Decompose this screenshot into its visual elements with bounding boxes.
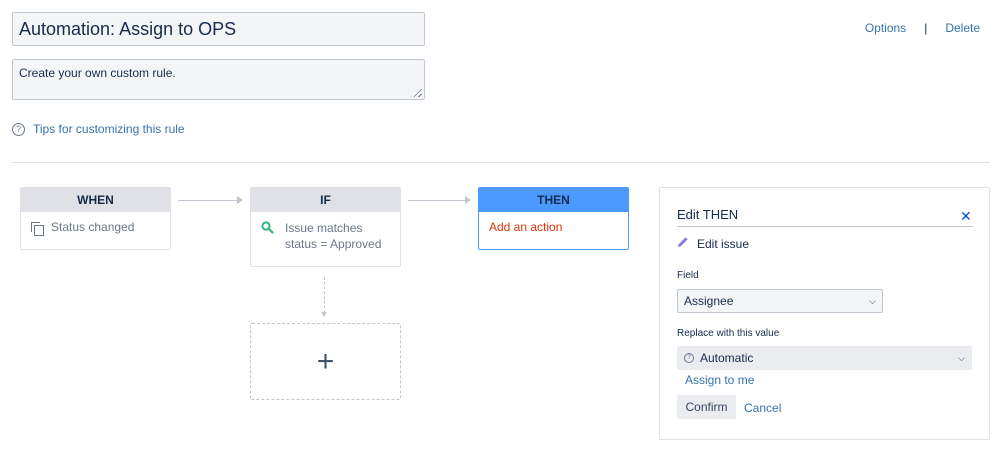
replace-value-content: ? Automatic: [684, 347, 753, 369]
replace-label: Replace with this value: [677, 328, 780, 339]
header-separator: |: [924, 21, 928, 35]
add-action-link[interactable]: Add an action: [489, 220, 562, 234]
when-body: Status changed: [21, 212, 170, 242]
action-type-label: Edit issue: [697, 236, 750, 251]
then-box[interactable]: THEN Add an action: [478, 187, 629, 250]
when-heading: WHEN: [21, 188, 170, 212]
edit-then-panel: Edit THEN ✕ Edit issue Field Assignee ⌵ …: [659, 187, 990, 440]
if-body: Issue matches status = Approved: [251, 212, 400, 260]
panel-title: Edit THEN: [677, 207, 973, 227]
resize-handle[interactable]: [414, 89, 422, 97]
add-component-button[interactable]: +: [250, 323, 401, 400]
pencil-icon: [677, 236, 689, 251]
field-select-value: Assignee: [684, 294, 734, 308]
rule-title-input[interactable]: Automation: Assign to OPS: [12, 12, 425, 46]
if-heading: IF: [251, 188, 400, 212]
search-icon: [261, 221, 275, 252]
flow-arrow-when-if: [178, 196, 243, 204]
flow-connector-down: [321, 277, 327, 317]
when-box[interactable]: WHEN Status changed: [20, 187, 171, 250]
if-condition-line1: Issue matches: [285, 221, 363, 235]
tips-link[interactable]: ? Tips for customizing this rule: [12, 122, 185, 136]
chevron-down-icon: ⌵: [869, 296, 876, 306]
then-body: Add an action: [479, 212, 628, 242]
cancel-link[interactable]: Cancel: [744, 401, 781, 415]
divider: [12, 162, 990, 163]
copy-icon: [31, 222, 44, 236]
if-box[interactable]: IF Issue matches status = Approved: [250, 187, 401, 267]
action-type: Edit issue: [677, 236, 749, 251]
automatic-user-icon: ?: [684, 353, 694, 363]
confirm-button[interactable]: Confirm: [677, 395, 736, 419]
replace-value-text: Automatic: [700, 351, 754, 365]
if-condition-line2: status = Approved: [285, 237, 382, 251]
options-link[interactable]: Options: [865, 21, 906, 35]
rule-description-text: Create your own custom rule.: [19, 66, 176, 80]
rule-description-textarea[interactable]: Create your own custom rule.: [12, 59, 425, 100]
assign-to-me-link[interactable]: Assign to me: [685, 373, 754, 387]
flow-arrow-if-then: [408, 196, 471, 204]
then-heading: THEN: [479, 188, 628, 212]
if-condition: Issue matches status = Approved: [285, 220, 381, 252]
close-icon[interactable]: ✕: [960, 208, 972, 225]
chevron-down-icon: ⌵: [958, 353, 965, 363]
replace-value-select[interactable]: ? Automatic ⌵: [677, 346, 972, 370]
help-icon: ?: [12, 122, 25, 136]
header-actions: Options | Delete: [865, 21, 980, 35]
plus-icon: +: [316, 344, 335, 378]
field-label: Field: [677, 270, 699, 281]
field-select[interactable]: Assignee ⌵: [677, 289, 883, 313]
automation-rule-editor: Automation: Assign to OPS Create your ow…: [0, 0, 998, 464]
tips-label: Tips for customizing this rule: [33, 122, 185, 136]
when-trigger-text: Status changed: [51, 220, 135, 234]
delete-link[interactable]: Delete: [945, 21, 980, 35]
